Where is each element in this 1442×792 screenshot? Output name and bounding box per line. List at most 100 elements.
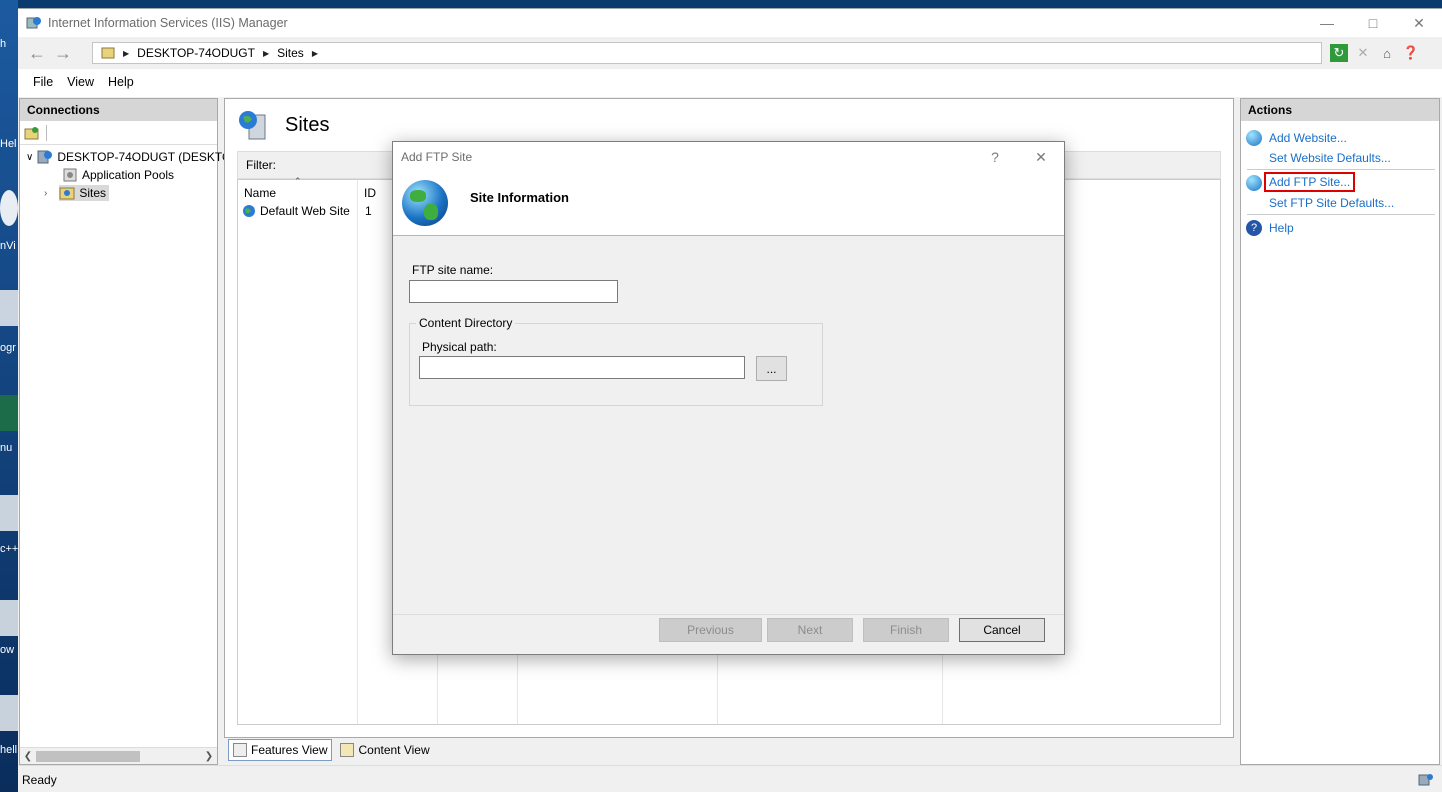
finish-button[interactable]: Finish <box>863 618 949 642</box>
column-header-id[interactable]: ID <box>364 186 376 200</box>
breadcrumb-arrow-icon[interactable]: ▶ <box>123 49 129 58</box>
network-status-icon <box>1418 774 1433 786</box>
desktop-icon-label: ogr <box>0 342 16 354</box>
add-website-icon <box>1246 130 1262 146</box>
menu-help[interactable]: Help <box>101 75 141 89</box>
collapse-chevron-icon[interactable]: ∨ <box>26 152 33 163</box>
connections-pane: Connections ∨ DESKTOP-74ODUGT (DESKTO Ap… <box>19 98 231 765</box>
desktop-icon-label: Hel <box>0 138 17 150</box>
help-dropdown-icon[interactable]: ❓ <box>1402 44 1420 62</box>
globe-icon <box>402 180 448 226</box>
tree-label: DESKTOP-74ODUGT (DESKTO <box>57 150 232 164</box>
close-window-button[interactable]: ✕ <box>1396 9 1442 37</box>
dialog-close-button[interactable]: ✕ <box>1018 149 1064 166</box>
content-directory-group: Content Directory Physical path: ... <box>409 316 823 406</box>
content-directory-legend: Content Directory <box>416 316 516 330</box>
forward-arrow-icon[interactable]: → <box>50 42 76 64</box>
desktop-icon-label: c++ <box>0 543 18 555</box>
tab-label: Content View <box>358 743 430 757</box>
ftp-site-name-input[interactable] <box>409 280 618 303</box>
scroll-thumb[interactable] <box>36 751 140 762</box>
menu-file[interactable]: File <box>26 75 60 89</box>
sites-folder-icon <box>59 187 75 200</box>
scroll-left-icon[interactable]: ❮ <box>20 748 36 765</box>
home-icon[interactable]: ⌂ <box>1378 44 1396 62</box>
expand-chevron-icon[interactable]: › <box>44 188 47 199</box>
tree-item-application-pools[interactable]: Application Pools <box>62 167 174 183</box>
sites-icon <box>239 111 266 140</box>
status-text: Ready <box>22 772 57 787</box>
features-view-icon <box>233 743 247 757</box>
desktop-icon-label: nu <box>0 442 13 454</box>
dialog-title: Add FTP Site <box>401 150 473 164</box>
dialog-title-bar: Add FTP Site ? ✕ <box>393 142 1064 172</box>
next-button[interactable]: Next <box>767 618 853 642</box>
help-icon: ? <box>1246 220 1262 236</box>
iis-app-icon <box>26 17 41 29</box>
view-tabs: Features View Content View <box>228 738 434 762</box>
ftp-site-name-label: FTP site name: <box>412 263 494 277</box>
breadcrumb-sites[interactable]: Sites <box>277 46 304 60</box>
dialog-header: Site Information <box>393 172 1064 236</box>
add-ftp-site-icon <box>1246 175 1262 191</box>
set-website-defaults-link[interactable]: Set Website Defaults... <box>1269 151 1391 165</box>
tree-label: Application Pools <box>82 168 175 182</box>
physical-path-label: Physical path: <box>422 340 497 354</box>
cancel-button[interactable]: Cancel <box>959 618 1045 642</box>
breadcrumb-arrow-icon[interactable]: ▶ <box>312 49 318 58</box>
back-arrow-icon[interactable]: ← <box>24 42 50 64</box>
breadcrumb-server[interactable]: DESKTOP-74ODUGT <box>137 46 255 60</box>
table-row[interactable]: Default Web Site <box>242 204 350 218</box>
desktop-icon[interactable] <box>0 495 18 531</box>
maximize-button[interactable]: □ <box>1350 9 1396 37</box>
server-icon <box>101 47 115 59</box>
actions-header: Actions <box>1241 99 1439 121</box>
tab-label: Features View <box>251 743 328 757</box>
previous-button[interactable]: Previous <box>659 618 762 642</box>
tree-item-server[interactable]: ∨ DESKTOP-74ODUGT (DESKTO <box>26 149 231 165</box>
tab-features-view[interactable]: Features View <box>228 739 333 761</box>
scroll-right-icon[interactable]: ❯ <box>201 748 217 765</box>
breadcrumb-arrow-icon[interactable]: ▶ <box>263 49 269 58</box>
filter-label: Filter: <box>246 158 276 172</box>
minimize-button[interactable]: — <box>1304 9 1350 37</box>
desktop-icon[interactable] <box>0 600 18 636</box>
desktop-background: h Hel nVi ogr nu c++ ow hell <box>0 0 18 792</box>
set-ftp-site-defaults-link[interactable]: Set FTP Site Defaults... <box>1269 196 1394 210</box>
desktop-icon[interactable] <box>0 695 18 731</box>
desktop-icon-label: nVi <box>0 240 16 252</box>
connections-header: Connections <box>20 99 217 121</box>
desktop-icon[interactable] <box>0 290 18 326</box>
help-link[interactable]: Help <box>1269 221 1294 235</box>
website-globe-icon <box>243 205 255 217</box>
stop-icon[interactable]: ✕ <box>1354 44 1372 62</box>
menu-view[interactable]: View <box>60 75 101 89</box>
site-id-cell: 1 <box>365 204 372 218</box>
start-page-icon[interactable] <box>24 125 40 141</box>
tree-label: Sites <box>79 186 107 200</box>
add-ftp-site-link[interactable]: Add FTP Site... <box>1263 172 1356 192</box>
add-ftp-site-dialog: Add FTP Site ? ✕ Site Information FTP si… <box>392 141 1065 655</box>
window-title: Internet Information Services (IIS) Mana… <box>48 16 288 30</box>
tree-item-sites[interactable]: › Sites <box>44 185 110 201</box>
excel-icon[interactable] <box>0 395 18 431</box>
content-view-icon <box>340 743 355 757</box>
desktop-icon-label: ow <box>0 644 15 656</box>
address-bar[interactable]: ▶ DESKTOP-74ODUGT ▶ Sites ▶ <box>92 42 1322 64</box>
actions-pane: Actions Add Website... Set Website Defau… <box>1240 98 1440 765</box>
page-title: Sites <box>285 113 330 136</box>
horizontal-scrollbar[interactable]: ❮ ❯ <box>20 747 217 764</box>
tab-content-view[interactable]: Content View <box>336 739 433 761</box>
menu-bar: File View Help <box>18 69 1442 95</box>
status-bar: Ready <box>18 765 1442 792</box>
browse-button[interactable]: ... <box>756 356 787 381</box>
physical-path-input[interactable] <box>419 356 745 379</box>
tree-selected[interactable]: Sites <box>59 185 110 201</box>
add-website-link[interactable]: Add Website... <box>1269 131 1347 145</box>
column-header-name[interactable]: Name <box>244 186 276 200</box>
server-icon <box>37 150 53 164</box>
dialog-help-button[interactable]: ? <box>972 149 1018 165</box>
application-pools-icon <box>63 168 77 182</box>
refresh-icon[interactable]: ↻ <box>1330 44 1348 62</box>
desktop-icon[interactable] <box>0 190 18 226</box>
